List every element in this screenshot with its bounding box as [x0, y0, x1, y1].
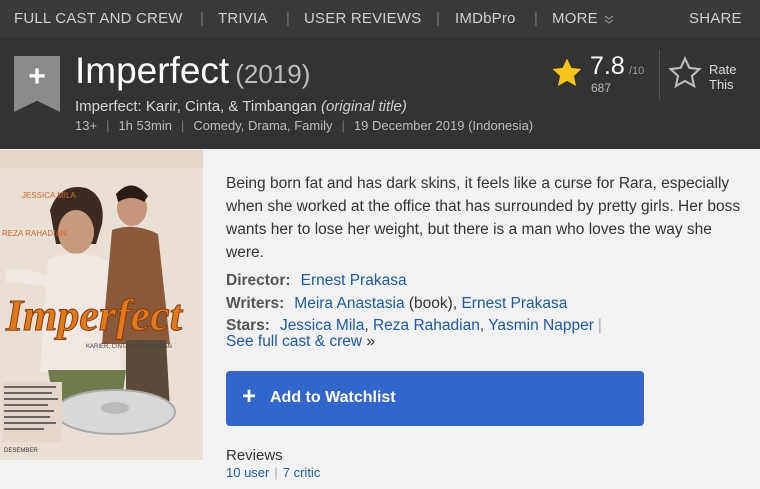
writers-row: Writers: Meira Anastasia (book), Ernest P… — [226, 295, 567, 313]
release-date[interactable]: 19 December 2019 (Indonesia) — [354, 118, 533, 133]
rate-this-button[interactable]: Rate This — [668, 56, 753, 96]
star-link[interactable]: Yasmin Napper — [488, 317, 594, 334]
genres[interactable]: Comedy, Drama, Family — [193, 118, 332, 133]
runtime: 1h 53min — [118, 118, 172, 133]
writers-label: Writers: — [226, 295, 285, 312]
top-navigation: FULL CAST AND CREW | TRIVIA | USER REVIE… — [0, 0, 760, 38]
nav-share[interactable]: SHARE — [689, 10, 742, 27]
meta-separator: | — [180, 118, 185, 133]
rate-this-label: Rate This — [709, 62, 749, 92]
reviews-separator: | — [274, 465, 278, 480]
nav-full-cast-and-crew[interactable]: FULL CAST AND CREW — [14, 10, 183, 27]
nav-user-reviews[interactable]: USER REVIEWS — [304, 10, 421, 27]
meta-separator: | — [341, 118, 345, 133]
original-title-note: (original title) — [320, 98, 407, 115]
imdb-rating[interactable]: 7.8 /10 687 — [550, 52, 655, 97]
user-reviews-link[interactable]: 10 user — [226, 465, 269, 480]
see-full-cast-link[interactable]: See full cast & crew » — [226, 333, 375, 351]
nav-more-label: MORE — [552, 10, 598, 27]
plot-summary: Being born fat and has dark skins, it fe… — [226, 175, 741, 261]
meta-separator: | — [106, 118, 110, 133]
movie-poster[interactable]: Imperfect JESSICA MILA REZA RAHADIAN KAR… — [0, 150, 203, 460]
original-title-text: Imperfect: Karir, Cinta, & Timbangan — [75, 98, 317, 115]
page-title: Imperfect (2019) — [75, 50, 310, 92]
rate-label-line-2: This — [709, 77, 734, 92]
nav-separator: | — [534, 10, 539, 27]
reviews-heading: Reviews — [226, 447, 283, 464]
plus-icon: + — [242, 383, 257, 410]
poster-image: Imperfect JESSICA MILA REZA RAHADIAN KAR… — [0, 150, 203, 460]
add-to-watchlist-button[interactable]: + Add to Watchlist — [226, 371, 644, 426]
see-full-cast-arrow: » — [366, 333, 376, 350]
writer-link[interactable]: Meira Anastasia — [294, 295, 404, 312]
add-to-watchlist-label: Add to Watchlist — [270, 389, 396, 406]
star-outline-icon — [668, 56, 702, 89]
title-year[interactable]: (2019) — [235, 59, 310, 89]
title-meta: 13+ | 1h 53min | Comedy, Drama, Family | 19 De… — [75, 118, 533, 133]
rating-votes: 687 — [591, 81, 612, 95]
poster-title-text: Imperfect — [5, 291, 184, 340]
stars-label: Stars: — [226, 317, 270, 334]
reviews-links: 10 user | 7 critic — [226, 465, 320, 480]
watchlist-ribbon-button[interactable]: + — [14, 56, 60, 112]
critic-reviews-link[interactable]: 7 critic — [283, 465, 321, 480]
star-link[interactable]: Reza Rahadian — [373, 317, 480, 334]
certificate: 13+ — [75, 118, 98, 133]
see-full-cast-label: See full cast & crew — [226, 333, 363, 350]
stars-separator: | — [597, 317, 602, 334]
star-icon — [552, 58, 582, 87]
plus-icon: + — [28, 60, 46, 93]
nav-trivia[interactable]: TRIVIA — [218, 10, 268, 27]
title-header: + Imperfect (2019) Imperfect: Karir, Cint… — [0, 38, 760, 149]
nav-separator: | — [436, 10, 441, 27]
poster-cast-1: JESSICA MILA — [22, 191, 76, 200]
poster-subtitle: KARIER, CINTA & TIMBANGAN — [86, 344, 172, 350]
poster-cast-2: REZA RAHADIAN — [2, 229, 67, 238]
star-link[interactable]: Jessica Mila — [280, 317, 364, 334]
title-name: Imperfect — [75, 50, 230, 91]
poster-release-text: DESEMBER — [4, 448, 38, 454]
writer-link[interactable]: Ernest Prakasa — [461, 295, 567, 312]
director-label: Director: — [226, 272, 291, 289]
rate-label-line-1: Rate — [709, 62, 737, 77]
nav-separator: | — [286, 10, 291, 27]
nav-separator: | — [200, 10, 205, 27]
chevron-down-icon — [604, 15, 614, 24]
writer-note: (book), — [408, 295, 458, 312]
rating-out-of: /10 — [629, 65, 645, 77]
director-row: Director: Ernest Prakasa — [226, 272, 407, 290]
original-title: Imperfect: Karir, Cinta, & Timbangan (or… — [75, 98, 407, 115]
divider — [659, 50, 660, 100]
director-link[interactable]: Ernest Prakasa — [301, 272, 407, 289]
nav-imdbpro[interactable]: IMDbPro — [455, 10, 516, 27]
rating-score: 7.8 — [590, 52, 625, 80]
nav-more[interactable]: MORE — [552, 10, 614, 27]
